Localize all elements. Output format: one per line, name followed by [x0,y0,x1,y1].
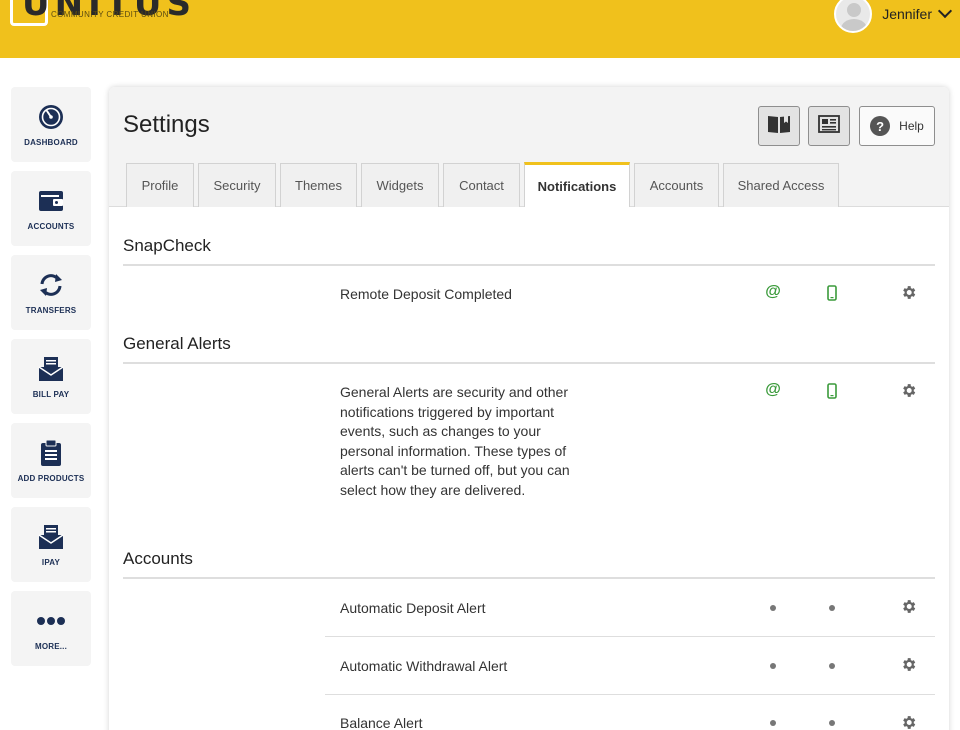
tab-widgets[interactable]: Widgets [361,163,439,207]
section-title-snapcheck: SnapCheck [123,236,211,255]
settings-panel: Settings ? Help Profile Security Themes … [109,87,949,730]
mobile-phone-icon[interactable] [823,284,841,302]
book-icon [767,114,791,139]
sidebar-item-label: IPAY [41,558,61,567]
sidebar-item-label: ADD PRODUCTS [17,474,85,483]
news-button[interactable] [808,106,850,146]
help-label: Help [899,119,924,133]
tab-profile[interactable]: Profile [126,163,194,207]
email-status-dot[interactable] [770,663,776,669]
panel-header: Settings ? Help Profile Security Themes … [109,87,949,207]
chevron-down-icon [937,3,953,19]
sms-status-dot[interactable] [829,720,835,726]
sidebar-item-add-products[interactable]: ADD PRODUCTS [11,423,91,498]
user-menu[interactable]: Jennifer [834,0,953,34]
row-description: General Alerts are security and other no… [340,384,570,498]
row-label: Balance Alert [340,715,423,730]
tab-themes[interactable]: Themes [280,163,357,207]
sidebar-item-label: ACCOUNTS [27,222,75,231]
envelope-icon [36,354,66,384]
tab-notifications[interactable]: Notifications [524,162,630,207]
tab-shared-access[interactable]: Shared Access [723,163,839,207]
tab-accounts[interactable]: Accounts [634,163,719,207]
settings-tabs: Profile Security Themes Widgets Contact … [126,162,843,207]
help-button[interactable]: ? Help [859,106,935,146]
envelope-icon [36,522,66,552]
email-status-dot[interactable] [770,605,776,611]
row-label: Automatic Withdrawal Alert [340,658,508,674]
brand-logo[interactable]: UNITUS COMMUNITY CREDIT UNION [10,0,191,36]
dashboard-icon [36,102,66,132]
brand-subtitle: COMMUNITY CREDIT UNION [51,10,169,19]
gear-icon[interactable] [899,283,917,301]
section-divider [123,264,935,266]
side-nav: DASHBOARD ACCOUNTS TRANSFERS BILL PAY AD… [11,87,91,675]
section-title-general-alerts: General Alerts [123,334,231,353]
help-icon: ? [870,116,891,136]
sidebar-item-ipay[interactable]: IPAY [11,507,91,582]
row-label: Automatic Deposit Alert [340,600,486,616]
row-divider [325,636,935,637]
email-status-dot[interactable] [770,720,776,726]
section-divider [123,577,935,579]
sidebar-item-label: TRANSFERS [25,306,77,315]
sms-status-dot[interactable] [829,663,835,669]
gear-icon[interactable] [899,381,917,399]
newspaper-icon [818,114,840,138]
page-title: Settings [123,111,210,138]
sidebar-item-transfers[interactable]: TRANSFERS [11,255,91,330]
wallet-icon [36,186,66,216]
email-at-icon[interactable]: @ [764,283,782,301]
sidebar-item-label: MORE... [34,642,68,651]
sidebar-item-label: DASHBOARD [24,138,78,147]
section-title-accounts: Accounts [123,549,193,568]
sidebar-item-bill-pay[interactable]: BILL PAY [11,339,91,414]
tab-security[interactable]: Security [198,163,276,207]
sidebar-item-more[interactable]: MORE... [11,591,91,666]
row-label: Remote Deposit Completed [340,286,512,302]
guide-button[interactable] [758,106,800,146]
avatar [834,0,873,33]
row-divider [325,694,935,695]
tab-contact[interactable]: Contact [443,163,520,207]
sidebar-item-dashboard[interactable]: DASHBOARD [11,87,91,162]
gear-icon[interactable] [899,713,917,730]
clipboard-icon [36,438,66,468]
top-bar: UNITUS COMMUNITY CREDIT UNION Jennifer [0,0,960,58]
gear-icon[interactable] [899,655,917,673]
section-divider [123,362,935,364]
transfer-icon [36,270,66,300]
mobile-phone-icon[interactable] [823,382,841,400]
sms-status-dot[interactable] [829,605,835,611]
gear-icon[interactable] [899,597,917,615]
sidebar-item-accounts[interactable]: ACCOUNTS [11,171,91,246]
more-icon [36,606,66,636]
sidebar-item-label: BILL PAY [32,390,70,399]
email-at-icon[interactable]: @ [764,381,782,399]
user-name: Jennifer [882,6,932,22]
